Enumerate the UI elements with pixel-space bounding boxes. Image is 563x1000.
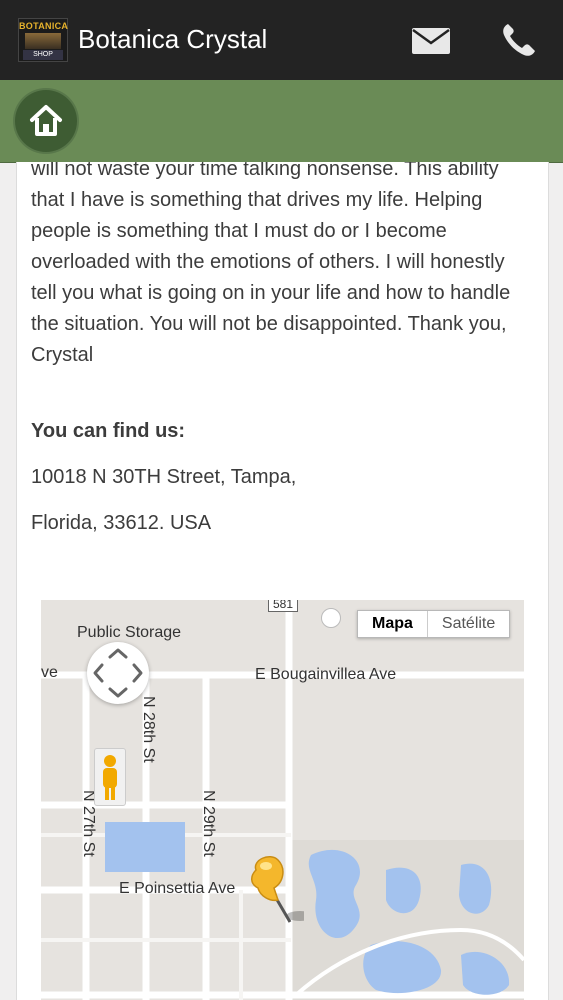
pan-arrows-icon (93, 648, 143, 698)
find-us-heading: You can find us: (31, 420, 186, 442)
map-type-mapa-button[interactable]: Mapa (358, 611, 428, 637)
map-view[interactable]: 581 Public Storage ve E Bougainvillea Av… (41, 600, 524, 1000)
map-type-satellite-button[interactable]: Satélite (428, 611, 509, 637)
map-type-control[interactable]: Mapa Satélite (357, 610, 511, 638)
map-label-n-29th: N 29th St (200, 790, 217, 857)
app-title: Botanica Crystal (78, 24, 268, 54)
route-badge: 581 (268, 600, 299, 612)
home-icon (30, 105, 62, 136)
address-line-1: 10018 N 30TH Street, Tampa, (31, 466, 297, 488)
lodging-poi-icon[interactable] (321, 608, 341, 628)
street-view-pegman[interactable] (94, 748, 126, 806)
location-pin-icon[interactable] (244, 852, 304, 930)
pan-control[interactable] (87, 642, 149, 704)
map-label-e-bougainvillea: E Bougainvillea Ave (255, 666, 397, 683)
phone-icon[interactable] (500, 22, 538, 58)
address-line-2: Florida, 33612. USA (31, 512, 212, 534)
app-header: BOTANICA SHOP Botanica Crystal (0, 0, 563, 80)
home-button[interactable] (15, 90, 77, 152)
logo-image (25, 33, 61, 49)
logo-text: BOTANICA (19, 21, 69, 31)
map-label-ave-fragment: ve (41, 664, 58, 681)
pegman-icon (103, 755, 117, 800)
content-card: will not waste your time talking nonsens… (16, 162, 549, 1000)
nav-bar (0, 80, 563, 163)
map-label-public-storage: Public Storage (77, 624, 182, 641)
logo-sub-text: SHOP (23, 50, 63, 60)
map-label-e-poinsettia: E Poinsettia Ave (119, 880, 236, 897)
mail-icon[interactable] (412, 28, 450, 54)
bio-text: will not waste your time talking nonsens… (31, 162, 511, 366)
botanica-logo: BOTANICA SHOP (18, 18, 68, 62)
map-label-n-28th: N 28th St (140, 696, 157, 763)
